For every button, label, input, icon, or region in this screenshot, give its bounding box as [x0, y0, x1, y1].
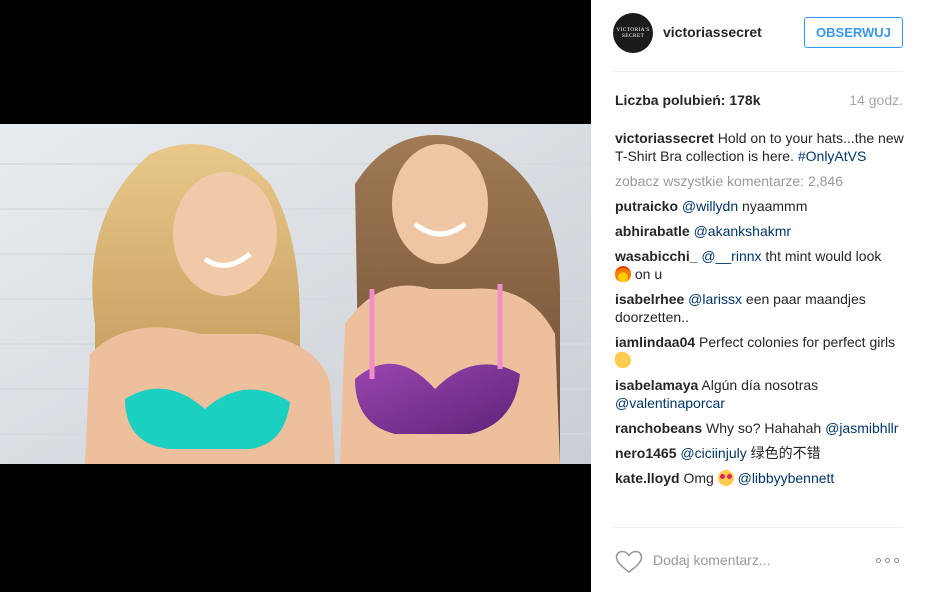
comment-mention[interactable]: @jasmibhllr — [825, 420, 898, 436]
caption-username[interactable]: victoriassecret — [615, 130, 714, 146]
comment-username[interactable]: iamlindaa04 — [615, 334, 695, 350]
comment-mention[interactable]: @akankshakmr — [694, 223, 791, 239]
heart-eyes-emoji-icon — [717, 470, 734, 486]
fire-emoji-icon — [615, 266, 631, 282]
more-dot — [885, 557, 890, 563]
follow-button[interactable]: OBSERWUJ — [804, 17, 903, 48]
comment-input[interactable] — [653, 550, 853, 570]
comment-username[interactable]: isabelrhee — [615, 291, 684, 307]
comment-text: 绿色的不错 — [746, 445, 821, 461]
comment-item: isabelamaya Algún día nosotras @valentin… — [615, 376, 905, 412]
comment-username[interactable]: ranchobeans — [615, 420, 702, 436]
comment-mention[interactable]: @libbyybennett — [738, 470, 835, 486]
comment-text: tht mint would look — [761, 248, 882, 264]
avatar-text: VICTORIA'S SECRET — [616, 27, 650, 39]
comment-username[interactable]: wasabicchi_ — [615, 248, 698, 264]
comment-mention[interactable]: @larissx — [688, 291, 742, 307]
photo-image — [0, 124, 591, 464]
comment-item: abhirabatle @akankshakmr — [615, 222, 905, 240]
comment-username[interactable]: putraicko — [615, 198, 678, 214]
comment-text: Omg — [679, 470, 718, 486]
comments-list: victoriassecret Hold on to your hats...t… — [615, 129, 905, 494]
avatar[interactable]: VICTORIA'S SECRET — [613, 13, 653, 53]
comment-mention[interactable]: @ciciinjuly — [680, 445, 746, 461]
clap-emoji-icon — [615, 352, 631, 368]
post-media — [0, 0, 591, 592]
comment-item: kate.lloyd Omg @libbyybennett — [615, 469, 905, 487]
username-link[interactable]: victoriassecret — [663, 24, 762, 40]
more-dot — [876, 557, 881, 563]
comment-text-after: on u — [631, 266, 663, 282]
likes-count[interactable]: Liczba polubień: 178k — [615, 92, 760, 108]
comment-item: iamlindaa04 Perfect colonies for perfect… — [615, 333, 905, 369]
comment-item: nero1465 @ciciinjuly 绿色的不错 — [615, 444, 905, 462]
comment-text: Perfect colonies for perfect girls — [695, 334, 896, 350]
comment-username[interactable]: kate.lloyd — [615, 470, 680, 486]
comment-mention[interactable]: @valentinaporcar — [615, 395, 725, 411]
post-sidebar: VICTORIA'S SECRET victoriassecret OBSERW… — [591, 0, 925, 592]
comment-text: Why so? Hahahah — [702, 420, 826, 436]
comment-text: nyaammm — [738, 198, 808, 214]
comment-item: putraicko @willydn nyaammm — [615, 197, 905, 215]
view-all-comments-link[interactable]: zobacz wszystkie komentarze: 2,846 — [615, 172, 905, 190]
comment-mention[interactable]: @__rinnx — [701, 248, 761, 264]
post-timestamp[interactable]: 14 godz. — [849, 92, 903, 108]
comment-item: ranchobeans Why so? Hahahah @jasmibhllr — [615, 419, 905, 437]
post-photo[interactable] — [0, 124, 591, 464]
like-heart-icon[interactable] — [615, 550, 643, 574]
comment-username[interactable]: nero1465 — [615, 445, 676, 461]
comment-text: Algún día nosotras — [698, 377, 819, 393]
more-dot — [894, 557, 899, 563]
post-caption: victoriassecret Hold on to your hats...t… — [615, 129, 905, 165]
comment-mention[interactable]: @willydn — [682, 198, 738, 214]
post-header: VICTORIA'S SECRET victoriassecret OBSERW… — [613, 0, 903, 72]
more-options-icon[interactable] — [876, 553, 902, 567]
comment-footer — [613, 527, 903, 592]
post-stats: Liczba polubień: 178k 14 godz. — [613, 92, 903, 112]
comment-username[interactable]: isabelamaya — [615, 377, 698, 393]
post-modal: VICTORIA'S SECRET victoriassecret OBSERW… — [0, 0, 925, 592]
comment-item: wasabicchi_ @__rinnx tht mint would look… — [615, 247, 905, 283]
caption-hashtag[interactable]: #OnlyAtVS — [798, 148, 866, 164]
comment-username[interactable]: abhirabatle — [615, 223, 690, 239]
comment-item: isabelrhee @larissx een paar maandjes do… — [615, 290, 905, 326]
